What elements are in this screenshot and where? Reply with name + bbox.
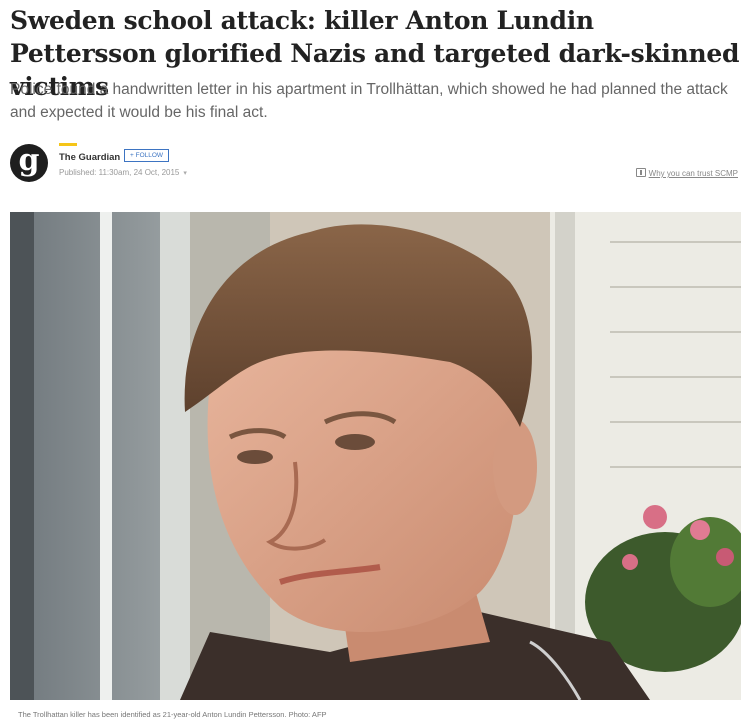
article-standfirst: Police found a handwritten letter in his…: [10, 81, 728, 121]
author-accent-bar: [59, 143, 77, 146]
author-avatar[interactable]: g: [10, 144, 48, 182]
published-text: Published: 11:30am, 24 Oct, 2015: [59, 168, 180, 177]
trust-link[interactable]: Why you can trust SCMP: [635, 168, 738, 178]
published-date[interactable]: Published: 11:30am, 24 Oct, 2015 ▾: [59, 168, 187, 177]
byline: g The Guardian + FOLLOW Published: 11:30…: [10, 138, 740, 186]
chevron-down-icon: ▾: [183, 170, 187, 177]
trust-badge-icon: [635, 168, 646, 177]
article-photo: [10, 212, 741, 700]
photo-caption: The Trollhattan killer has been identifi…: [18, 710, 327, 719]
follow-button[interactable]: + FOLLOW: [124, 149, 170, 162]
portrait-illustration: [10, 212, 741, 700]
trust-link-label: Why you can trust SCMP: [648, 169, 738, 178]
author-name[interactable]: The Guardian: [59, 152, 120, 163]
